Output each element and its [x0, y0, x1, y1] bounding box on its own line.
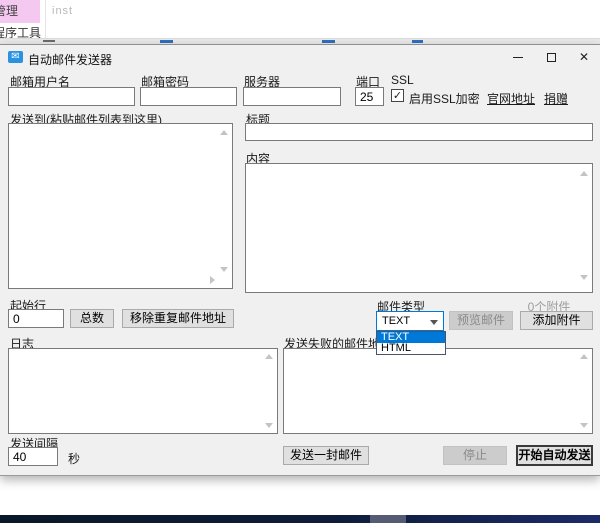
password-input[interactable] — [140, 87, 237, 106]
mailtype-combobox[interactable]: TEXT — [376, 311, 444, 331]
chevron-down-icon — [430, 320, 438, 325]
minimize-icon — [513, 57, 523, 58]
mailtype-option-html[interactable]: HTML — [377, 343, 445, 354]
background-toolbar-fragment — [412, 40, 423, 43]
mailtype-dropdown-list: TEXT HTML — [376, 331, 446, 355]
dedupe-button[interactable]: 移除重复邮件地址 — [122, 309, 234, 328]
background-hint-text: inst — [52, 5, 73, 17]
close-button[interactable]: ✕ — [568, 45, 600, 70]
website-link[interactable]: 官网地址 — [487, 90, 535, 107]
ssl-checkbox-label: 启用SSL加密 — [409, 90, 480, 107]
mail-icon: ✉ — [8, 51, 23, 63]
startline-input[interactable] — [8, 309, 64, 328]
scroll-right-icon[interactable] — [210, 276, 215, 284]
background-tab-separator — [45, 0, 46, 39]
title-bar: ✉ 自动邮件发送器 ✕ — [0, 45, 600, 70]
seconds-label: 秒 — [68, 450, 80, 467]
scroll-down-icon[interactable] — [220, 267, 228, 272]
maximize-icon — [547, 53, 556, 62]
close-icon: ✕ — [579, 50, 589, 64]
total-button[interactable]: 总数 — [70, 309, 114, 328]
background-toolbar-fragment — [160, 40, 173, 43]
scroll-down-icon[interactable] — [580, 275, 588, 280]
window-title: 自动邮件发送器 — [28, 51, 112, 68]
content-textarea[interactable] — [245, 163, 593, 293]
taskbar-strip[interactable] — [0, 515, 600, 523]
check-icon: ✓ — [393, 90, 402, 102]
donate-link[interactable]: 捐赠 — [544, 90, 568, 107]
maximize-button[interactable] — [535, 45, 567, 70]
scroll-up-icon[interactable] — [580, 354, 588, 359]
stop-button: 停止 — [443, 446, 507, 465]
sendto-textarea[interactable] — [8, 123, 233, 289]
port-input[interactable] — [355, 87, 384, 106]
start-auto-send-button[interactable]: 开始自动发送 — [516, 445, 593, 466]
scroll-up-icon[interactable] — [265, 354, 273, 359]
background-tab-manage-label: 管理 — [0, 0, 18, 23]
log-textarea[interactable] — [8, 348, 278, 434]
app-window: ✉ 自动邮件发送器 ✕ 邮箱用户名 邮箱密码 服务器 端口 SSL ✓ 启用SS… — [0, 44, 600, 476]
scroll-up-icon[interactable] — [220, 130, 228, 135]
scroll-down-icon[interactable] — [580, 423, 588, 428]
scroll-up-icon[interactable] — [580, 171, 588, 176]
background-toolbar-fragment — [43, 40, 55, 42]
scroll-down-icon[interactable] — [265, 423, 273, 428]
background-tab-manage[interactable]: 管理 — [0, 0, 40, 23]
interval-input[interactable] — [8, 447, 58, 466]
background-toolbar-fragment — [322, 40, 335, 43]
ssl-label: SSL — [391, 73, 414, 87]
ssl-checkbox[interactable]: ✓ — [391, 89, 404, 102]
add-attachment-button[interactable]: 添加附件 — [520, 311, 593, 330]
send-one-button[interactable]: 发送一封邮件 — [283, 446, 369, 465]
mailtype-selected-value: TEXT — [382, 315, 410, 327]
username-input[interactable] — [8, 87, 135, 106]
preview-button: 预览邮件 — [449, 311, 513, 330]
server-input[interactable] — [243, 87, 341, 106]
minimize-button[interactable] — [502, 45, 534, 70]
taskbar-segment[interactable] — [370, 515, 406, 523]
subject-input[interactable] — [245, 123, 593, 141]
failed-textarea[interactable] — [283, 348, 593, 434]
